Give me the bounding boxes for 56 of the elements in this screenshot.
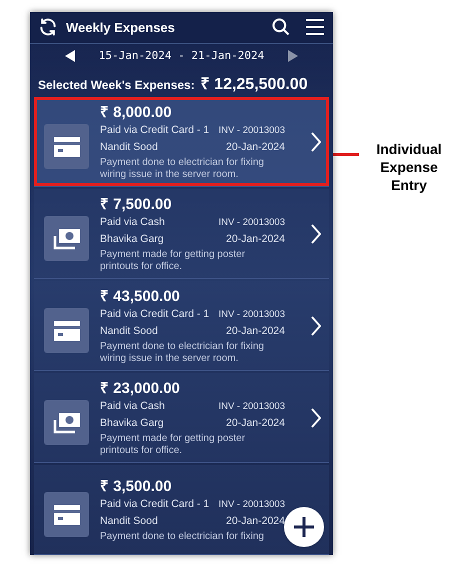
expense-entry[interactable]: ₹ 3,500.00 Paid via Credit Card - 1 INV - 20013003 Nandit Sood 20-Jan-2024 Payment done to electrician for fixing [34, 465, 329, 555]
payee-name: Bhavika Garg [100, 416, 164, 430]
expense-description: Payment done to electrician for fixing [100, 530, 265, 542]
expense-amount: ₹ 43,500.00 [100, 286, 181, 306]
invoice-number: INV - 20013003 [218, 400, 285, 414]
screen-title: Weekly Expenses [66, 18, 175, 37]
payee-name: Nandit Sood [100, 140, 158, 154]
payment-method: Paid via Cash [100, 214, 165, 230]
leader-line [333, 153, 359, 156]
search-icon[interactable] [271, 17, 291, 38]
menu-icon[interactable] [305, 18, 325, 36]
expense-description: Payment done to electrician for fixing wiring issue in the server room. [100, 156, 265, 180]
credit-card-icon [54, 320, 80, 340]
add-button[interactable] [284, 507, 324, 547]
chevron-right-icon[interactable] [311, 316, 321, 336]
expense-date: 20-Jan-2024 [226, 514, 285, 528]
credit-card-icon [54, 136, 80, 156]
payee-name: Bhavika Garg [100, 232, 164, 246]
expense-entry[interactable]: ₹ 8,000.00 Paid via Credit Card - 1 INV - 20013003 Nandit Sood 20-Jan-2024 Payment done to electrician for fixing wiring issue in the server room. [34, 97, 329, 187]
credit-card-icon [54, 504, 80, 524]
callout-label: Individual Expense Entry [375, 140, 443, 194]
refresh-icon[interactable] [38, 17, 58, 38]
expense-date: 20-Jan-2024 [226, 140, 285, 154]
summary-amount: ₹ 12,25,500.00 [200, 75, 308, 95]
week-range: 15-Jan-2024 - 21-Jan-2024 [98, 48, 264, 64]
expense-description: Payment done to electrician for fixing wiring issue in the server room. [100, 340, 265, 364]
chevron-right-icon[interactable] [311, 408, 321, 428]
chevron-right-icon[interactable] [311, 224, 321, 244]
payment-method: Paid via Credit Card - 1 [100, 122, 210, 138]
next-week-icon[interactable] [288, 50, 298, 62]
expense-date: 20-Jan-2024 [226, 324, 285, 338]
expense-date: 20-Jan-2024 [226, 416, 285, 430]
expense-description: Payment made for getting poster printouts for office. [100, 248, 246, 272]
payee-name: Nandit Sood [100, 324, 158, 338]
expense-amount: ₹ 7,500.00 [100, 194, 173, 214]
expense-amount: ₹ 23,000.00 [100, 378, 181, 398]
cash-icon [52, 228, 80, 250]
previous-week-icon[interactable] [64, 50, 75, 62]
plus-icon [293, 516, 315, 538]
expense-entry[interactable]: ₹ 23,000.00 Paid via Cash INV - 20013003 Bhavika Garg 20-Jan-2024 Payment made for getting poster printouts for office. [34, 373, 329, 463]
payment-method: Paid via Cash [100, 398, 165, 414]
payee-name: Nandit Sood [100, 514, 158, 528]
expense-description: Payment made for getting poster printouts for office. [100, 432, 246, 456]
invoice-number: INV - 20013003 [218, 216, 285, 230]
cash-icon [52, 412, 80, 434]
expense-entry[interactable]: ₹ 7,500.00 Paid via Cash INV - 20013003 Bhavika Garg 20-Jan-2024 Payment made for getting poster printouts for office. [34, 189, 329, 279]
expense-date: 20-Jan-2024 [226, 232, 285, 246]
expense-amount: ₹ 8,000.00 [100, 102, 173, 122]
invoice-number: INV - 20013003 [218, 124, 285, 138]
summary-label: Selected Week's Expenses: [38, 77, 195, 94]
chevron-right-icon[interactable] [311, 132, 321, 152]
payment-method: Paid via Credit Card - 1 [100, 306, 210, 322]
payment-method: Paid via Credit Card - 1 [100, 496, 210, 512]
expense-amount: ₹ 3,500.00 [100, 476, 173, 496]
invoice-number: INV - 20013003 [218, 308, 285, 322]
invoice-number: INV - 20013003 [218, 498, 285, 512]
